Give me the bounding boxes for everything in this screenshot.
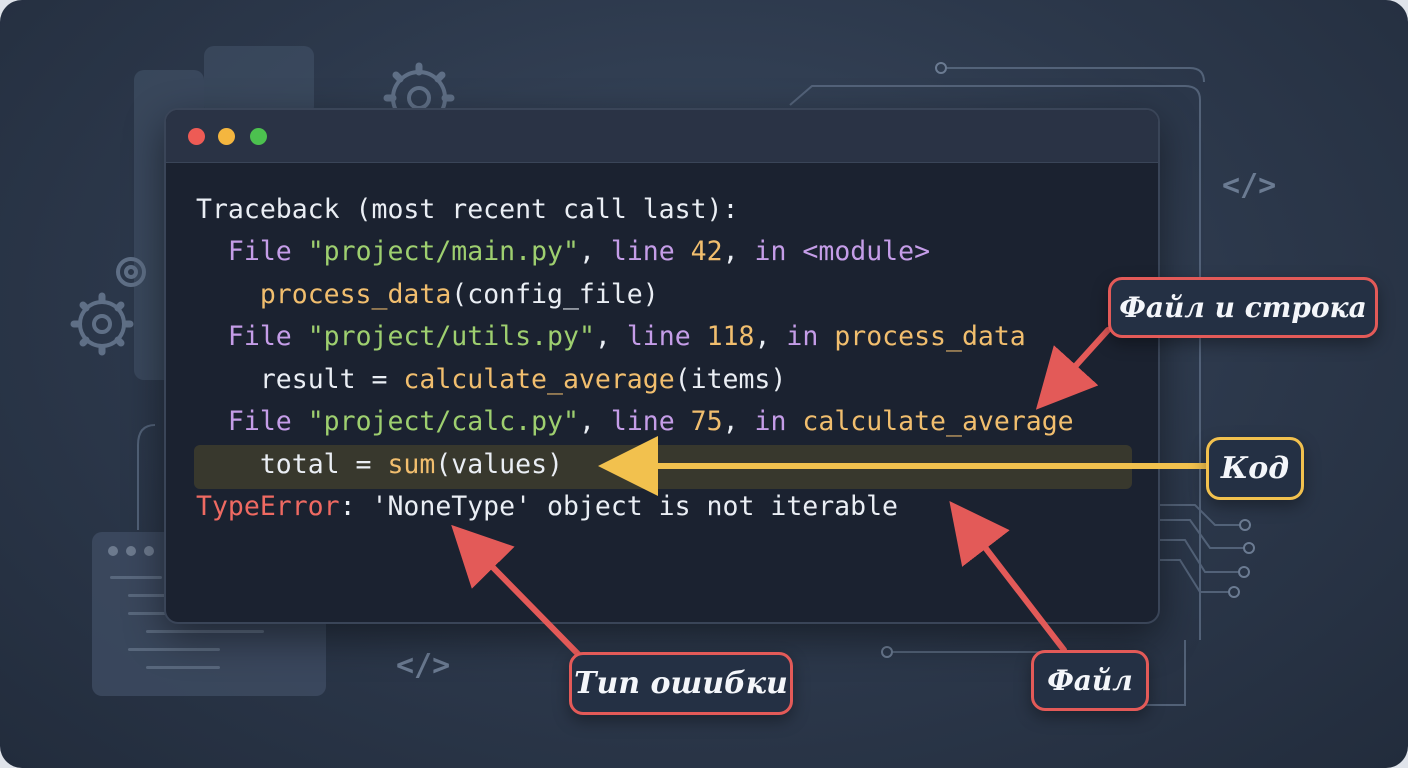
arrow-file xyxy=(949,500,1067,653)
annotation-error-type: Тип ошибки xyxy=(569,652,793,715)
annotation-code: Код xyxy=(1206,437,1304,500)
annotation-file-and-line: Файл и строка xyxy=(1108,277,1378,338)
annotation-file: Файл xyxy=(1031,650,1149,711)
illustration-canvas: </> </> Traceback (most recent call last… xyxy=(0,0,1408,768)
arrow-error-type xyxy=(451,524,581,657)
arrow-file-and-line xyxy=(1035,327,1111,410)
